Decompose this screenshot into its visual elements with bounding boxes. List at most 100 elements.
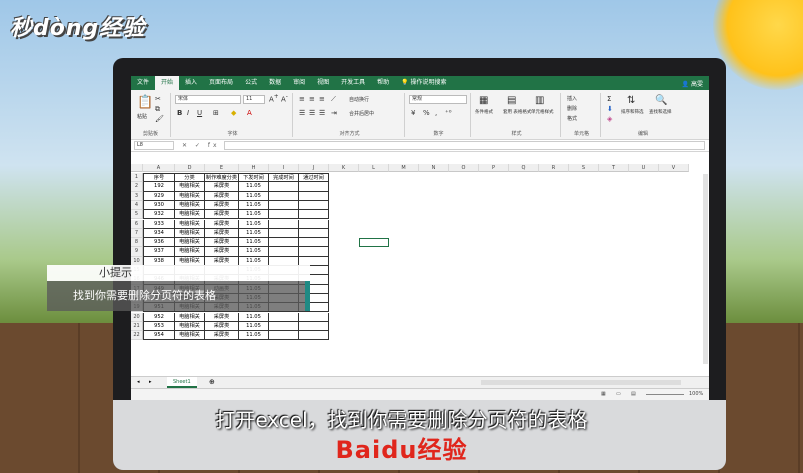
align-middle-icon[interactable]: ≡	[309, 95, 315, 103]
table-cell[interactable]: 953	[143, 321, 175, 332]
table-cell[interactable]: 采屏类	[205, 331, 239, 341]
table-cell[interactable]	[269, 191, 299, 201]
table-cell[interactable]: 930	[143, 200, 175, 211]
table-cell[interactable]: 通过时间	[299, 173, 329, 183]
table-cell[interactable]: 采屏类	[205, 200, 239, 211]
align-right-icon[interactable]: ☰	[319, 109, 325, 117]
table-cell[interactable]: 电脑相关	[175, 191, 205, 201]
table-cell[interactable]	[269, 200, 299, 211]
comma-icon[interactable]: ,	[435, 109, 437, 117]
table-cell[interactable]	[299, 219, 329, 229]
table-cell[interactable]	[299, 238, 329, 248]
table-cell[interactable]: 11.05	[239, 247, 269, 257]
table-cell[interactable]	[299, 182, 329, 192]
table-cell[interactable]: 11.05	[239, 219, 269, 229]
table-cell[interactable]: 电脑相关	[175, 331, 205, 341]
tab-home[interactable]: 开始	[155, 76, 180, 90]
table-cell[interactable]: 952	[143, 312, 175, 322]
align-top-icon[interactable]: ≡	[299, 95, 305, 103]
row-header-9[interactable]: 9	[131, 247, 143, 257]
tab-review[interactable]: 审阅	[287, 76, 311, 90]
table-cell[interactable]: 采屏类	[205, 238, 239, 248]
table-cell[interactable]: 序号	[143, 173, 175, 183]
insert-cells-button[interactable]: 插入	[567, 95, 577, 102]
font-name-select[interactable]: 宋体	[175, 95, 241, 104]
table-cell[interactable]: 11.05	[239, 331, 269, 341]
table-cell[interactable]: 11.05	[239, 228, 269, 239]
table-cell[interactable]: 分类	[175, 173, 205, 183]
table-cell[interactable]	[269, 238, 299, 248]
table-cell[interactable]: 电脑相关	[175, 210, 205, 220]
table-cell[interactable]: 电脑相关	[175, 238, 205, 248]
conditional-format-icon[interactable]: ▦	[479, 95, 488, 106]
row-header-8[interactable]: 8	[131, 238, 143, 248]
shrink-font-icon[interactable]: A-	[281, 94, 288, 103]
column-header-d[interactable]: D	[175, 164, 205, 172]
vertical-scrollbar[interactable]	[703, 174, 708, 364]
tab-page-layout[interactable]: 页面布局	[203, 76, 239, 90]
cell-style-icon[interactable]: ▥	[535, 95, 544, 106]
formula-input[interactable]	[223, 141, 705, 150]
add-sheet-icon[interactable]: ⊕	[209, 378, 215, 386]
autosum-icon[interactable]: Σ	[607, 95, 611, 103]
table-cell[interactable]: 采屏类	[205, 228, 239, 239]
table-cell[interactable]: 采屏类	[205, 321, 239, 332]
table-cell[interactable]: 完成时间	[269, 173, 299, 183]
table-cell[interactable]: 11.05	[239, 191, 269, 201]
font-size-select[interactable]: 11	[243, 95, 265, 104]
table-cell[interactable]: 电脑相关	[175, 312, 205, 322]
table-cell[interactable]: 制作难度分类	[205, 173, 239, 183]
table-cell[interactable]	[299, 191, 329, 201]
tab-view[interactable]: 视图	[311, 76, 335, 90]
border-icon[interactable]: ⊞	[213, 109, 219, 117]
table-cell[interactable]: 下发时间	[239, 173, 269, 183]
italic-icon[interactable]: I	[187, 109, 189, 117]
table-cell[interactable]: 采屏类	[205, 312, 239, 322]
column-header-k[interactable]: K	[329, 164, 359, 172]
table-cell[interactable]: 电脑相关	[175, 247, 205, 257]
zoom-slider[interactable]	[646, 394, 684, 395]
table-cell[interactable]: 937	[143, 247, 175, 257]
column-header-s[interactable]: S	[569, 164, 599, 172]
horizontal-scrollbar[interactable]	[481, 380, 681, 385]
table-cell[interactable]	[299, 321, 329, 332]
cut-icon[interactable]: ✂	[155, 95, 161, 103]
delete-cells-button[interactable]: 删除	[567, 105, 577, 112]
row-header-22[interactable]: 22	[131, 331, 143, 341]
tab-help[interactable]: 帮助	[371, 76, 395, 90]
column-header-m[interactable]: M	[389, 164, 419, 172]
row-header-3[interactable]: 3	[131, 191, 143, 201]
row-header-2[interactable]: 2	[131, 182, 143, 192]
sort-filter-icon[interactable]: ⇅	[627, 95, 635, 106]
table-cell[interactable]: 采屏类	[205, 210, 239, 220]
align-left-icon[interactable]: ☰	[299, 109, 305, 117]
tab-developer[interactable]: 开发工具	[335, 76, 371, 90]
percent-icon[interactable]: %	[423, 109, 430, 117]
table-cell[interactable]: 电脑相关	[175, 219, 205, 229]
underline-icon[interactable]: U	[197, 109, 202, 117]
tab-data[interactable]: 数据	[263, 76, 287, 90]
active-cell-selection[interactable]	[359, 238, 389, 248]
zoom-level[interactable]: 100%	[689, 391, 703, 397]
merge-center-button[interactable]: 合并后居中	[349, 110, 374, 117]
find-select-icon[interactable]: 🔍	[655, 95, 667, 106]
table-cell[interactable]: 电脑相关	[175, 228, 205, 239]
tab-file[interactable]: 文件	[131, 76, 155, 90]
table-cell[interactable]: 11.05	[239, 210, 269, 220]
grow-font-icon[interactable]: A+	[269, 94, 279, 103]
user-name[interactable]: 👤 高雯	[682, 79, 709, 88]
column-header-u[interactable]: U	[629, 164, 659, 172]
table-cell[interactable]	[269, 210, 299, 220]
row-header-5[interactable]: 5	[131, 210, 143, 220]
select-all-corner[interactable]	[131, 164, 143, 172]
column-header-t[interactable]: T	[599, 164, 629, 172]
table-cell[interactable]: 954	[143, 331, 175, 341]
table-cell[interactable]: 采屏类	[205, 247, 239, 257]
table-cell[interactable]	[299, 200, 329, 211]
name-box[interactable]: L8	[134, 141, 174, 150]
table-cell[interactable]: 11.05	[239, 182, 269, 192]
fill-icon[interactable]: ⬇	[607, 105, 613, 113]
table-cell[interactable]	[269, 219, 299, 229]
table-cell[interactable]: 936	[143, 238, 175, 248]
table-cell[interactable]	[269, 247, 299, 257]
